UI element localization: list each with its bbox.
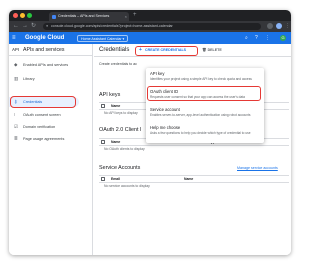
intro-text: Create credentials to ac xyxy=(99,62,137,66)
menu-item-help-me-choose[interactable]: Help me choose Asks a few questions to h… xyxy=(146,123,264,139)
search-icon[interactable]: ⌕ xyxy=(245,34,248,42)
table-divider xyxy=(99,145,289,146)
sidebar-item-label: Library xyxy=(23,77,35,81)
profile-icon[interactable] xyxy=(276,23,282,29)
credentials-highlight-box xyxy=(10,96,76,108)
consent-icon: ⁝ xyxy=(14,112,16,117)
dashboard-icon: ◆ xyxy=(14,62,18,67)
service-accounts-empty: No service accounts to display xyxy=(104,184,150,188)
project-name: Home Assistant Calendar xyxy=(81,36,122,41)
oauth-heading: OAuth 2.0 Client I xyxy=(99,127,142,133)
sidebar-item-page-usage[interactable]: ≣ Page usage agreements xyxy=(9,134,93,144)
new-tab-icon[interactable]: + xyxy=(133,11,137,20)
browser-window: Credentials – APIs and Services × + ← → … xyxy=(9,10,291,255)
more-menu-icon[interactable]: ⋮ xyxy=(285,22,290,31)
close-tab-icon[interactable]: × xyxy=(125,12,127,21)
sidebar-item-label: Enabled APIs and services xyxy=(23,63,69,67)
sidebar-item-library[interactable]: ▥ Library xyxy=(9,74,93,84)
menu-item-desc: Enables server-to-server, app-level auth… xyxy=(150,112,251,117)
page-header: Credentials + CREATE CREDENTIALS 🗑 DELET… xyxy=(94,44,291,57)
forward-arrow-icon[interactable]: → xyxy=(22,22,28,31)
sidebar-item-label: Page usage agreements xyxy=(23,137,65,141)
api-keys-empty: No API keys to display xyxy=(104,111,138,115)
hamburger-menu-icon[interactable]: ≡ xyxy=(12,33,16,43)
sidebar-header: API APIs and services xyxy=(9,44,93,56)
table-divider xyxy=(99,182,289,183)
lock-icon: ● xyxy=(46,24,49,28)
cloud-console-header: ≡ Google Cloud Home Assistant Calendar ▾… xyxy=(9,32,291,44)
google-cloud-logo[interactable]: Google Cloud xyxy=(25,32,64,44)
sidebar-item-label: OAuth consent screen xyxy=(23,113,61,117)
sidebar-title: APIs and services xyxy=(23,47,65,53)
sidebar-item-oauth-consent[interactable]: ⁝ OAuth consent screen xyxy=(9,110,93,120)
library-icon: ▥ xyxy=(14,76,19,81)
table-divider xyxy=(99,175,289,176)
check-box-icon: ☑ xyxy=(14,124,19,129)
sidebar-item-domain-verification[interactable]: ☑ Domain verification xyxy=(9,122,93,132)
screenshot-canvas: Credentials – APIs and Services × + ← → … xyxy=(0,0,300,262)
maximize-window-button[interactable] xyxy=(27,13,32,18)
page-title: Credentials xyxy=(99,47,130,53)
create-credentials-highlight-box xyxy=(135,45,198,56)
help-icon[interactable]: ? xyxy=(255,34,258,42)
settings-list-icon: ≣ xyxy=(14,136,18,141)
close-window-button[interactable] xyxy=(13,13,18,18)
api-keys-col-name: Name xyxy=(111,104,121,108)
reload-icon[interactable]: ↻ xyxy=(31,22,36,31)
create-credentials-menu: API key Identifies your project using a … xyxy=(146,68,264,143)
browser-tab-title: Credentials – APIs and Services xyxy=(58,14,110,18)
service-col-email: Email xyxy=(111,177,121,181)
address-bar-url: console.cloud.google.com/apis/credential… xyxy=(51,24,173,28)
oauth-empty: No OAuth clients to display xyxy=(104,147,145,151)
sidebar: API APIs and services ◆ Enabled APIs and… xyxy=(9,44,93,255)
delete-label: DELETE xyxy=(207,48,222,52)
avatar[interactable]: G xyxy=(280,35,286,41)
browser-toolbar: ← → ↻ ● console.cloud.google.com/apis/cr… xyxy=(9,21,291,32)
api-badge: API xyxy=(12,47,19,52)
menu-item-desc: Identifies your project using a simple A… xyxy=(150,76,252,81)
service-col-name: Name xyxy=(184,177,194,181)
browser-tab[interactable]: Credentials – APIs and Services × xyxy=(49,12,129,21)
manage-service-accounts-link[interactable]: Manage service accounts xyxy=(237,166,278,170)
minimize-window-button[interactable] xyxy=(20,13,25,18)
address-bar[interactable]: ● console.cloud.google.com/apis/credenti… xyxy=(43,23,261,30)
select-all-checkbox[interactable] xyxy=(101,177,105,181)
oauth-col-name: Name xyxy=(111,140,121,144)
project-selector[interactable]: Home Assistant Calendar ▾ xyxy=(77,34,129,42)
delete-button[interactable]: 🗑 DELETE xyxy=(202,47,222,54)
more-vert-icon[interactable]: ⋮ xyxy=(265,34,270,42)
sidebar-item-enabled-apis[interactable]: ◆ Enabled APIs and services xyxy=(9,60,93,70)
api-keys-heading: API keys xyxy=(99,92,121,98)
sidebar-item-label: Domain verification xyxy=(23,125,56,129)
menu-item-service-account[interactable]: Service account Enables server-to-server… xyxy=(146,105,264,121)
menu-item-api-key[interactable]: API key Identifies your project using a … xyxy=(146,69,264,85)
select-all-checkbox[interactable] xyxy=(101,104,105,108)
oauth-client-id-highlight-box xyxy=(147,86,261,101)
service-accounts-heading: Service Accounts xyxy=(99,165,141,171)
select-all-checkbox[interactable] xyxy=(101,140,105,144)
menu-item-desc: Asks a few questions to help you decide … xyxy=(150,130,251,135)
google-cloud-favicon-icon xyxy=(52,14,56,19)
extensions-icon[interactable] xyxy=(267,23,273,29)
browser-tab-bar: Credentials – APIs and Services × + xyxy=(9,10,291,21)
back-arrow-icon[interactable]: ← xyxy=(13,22,19,31)
